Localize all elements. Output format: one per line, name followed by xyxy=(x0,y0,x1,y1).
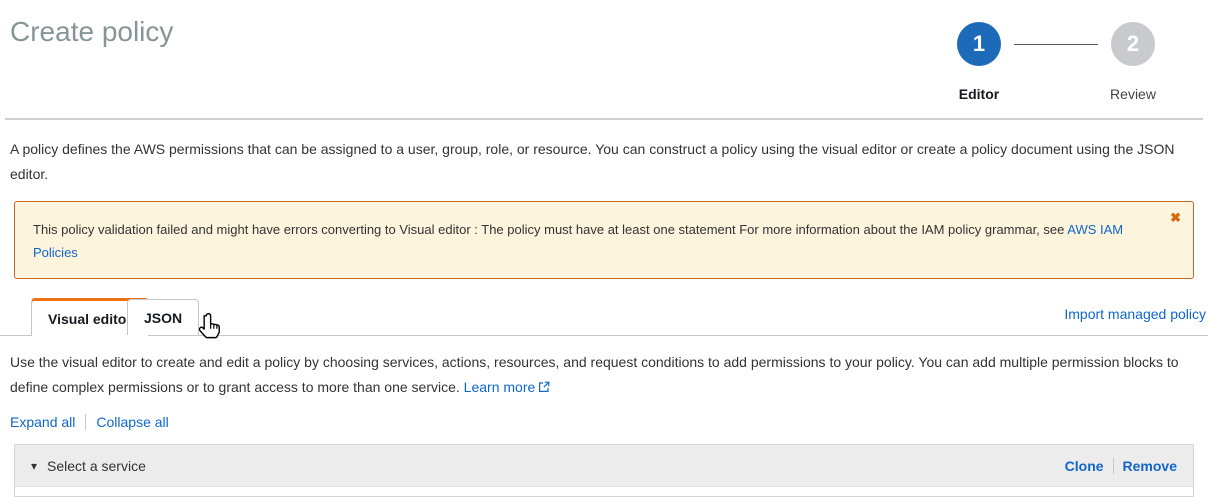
select-service-header[interactable]: ▾ Select a service Clone Remove xyxy=(15,445,1193,486)
panel-body xyxy=(15,486,1193,496)
step-2-circle: 2 xyxy=(1111,22,1155,66)
divider xyxy=(1113,458,1114,474)
close-icon[interactable]: ✖ xyxy=(1170,211,1181,224)
learn-more-link[interactable]: Learn more xyxy=(464,379,536,395)
expand-all-link[interactable]: Expand all xyxy=(10,414,75,430)
step-1-label: Editor xyxy=(959,86,999,102)
tab-json[interactable]: JSON xyxy=(127,299,199,335)
mouse-cursor-icon xyxy=(196,312,222,343)
step-connector-line xyxy=(1014,44,1098,45)
page-title: Create policy xyxy=(10,16,173,48)
panel-actions: Clone Remove xyxy=(1065,458,1177,474)
clone-link[interactable]: Clone xyxy=(1065,458,1104,474)
visual-editor-help-text: Use the visual editor to create and edit… xyxy=(10,354,1179,395)
remove-link[interactable]: Remove xyxy=(1123,458,1177,474)
progress-stepper: 1 Editor 2 Review xyxy=(944,22,1168,102)
editor-tabs: Visual editor JSON Import managed policy xyxy=(0,298,1208,336)
external-link-icon xyxy=(538,376,550,401)
select-service-label: Select a service xyxy=(47,458,146,474)
permission-block-panel: ▾ Select a service Clone Remove xyxy=(14,444,1194,497)
tab-json-label: JSON xyxy=(144,310,182,326)
import-managed-policy-link[interactable]: Import managed policy xyxy=(1064,306,1206,322)
chevron-down-icon[interactable]: ▾ xyxy=(31,459,37,473)
tab-visual-editor-label: Visual editor xyxy=(48,311,132,327)
step-1-circle: 1 xyxy=(957,22,1001,66)
policy-intro-text: A policy defines the AWS permissions tha… xyxy=(10,137,1198,187)
step-2-label: Review xyxy=(1110,86,1156,102)
step-review: 2 Review xyxy=(1098,22,1168,102)
list-controls: Expand all Collapse all xyxy=(10,414,1198,430)
validation-alert: This policy validation failed and might … xyxy=(14,201,1194,279)
visual-editor-help: Use the visual editor to create and edit… xyxy=(10,350,1198,401)
step-editor: 1 Editor xyxy=(944,22,1014,102)
validation-alert-message: This policy validation failed and might … xyxy=(33,222,1064,237)
collapse-all-link[interactable]: Collapse all xyxy=(96,414,168,430)
divider xyxy=(85,414,86,430)
